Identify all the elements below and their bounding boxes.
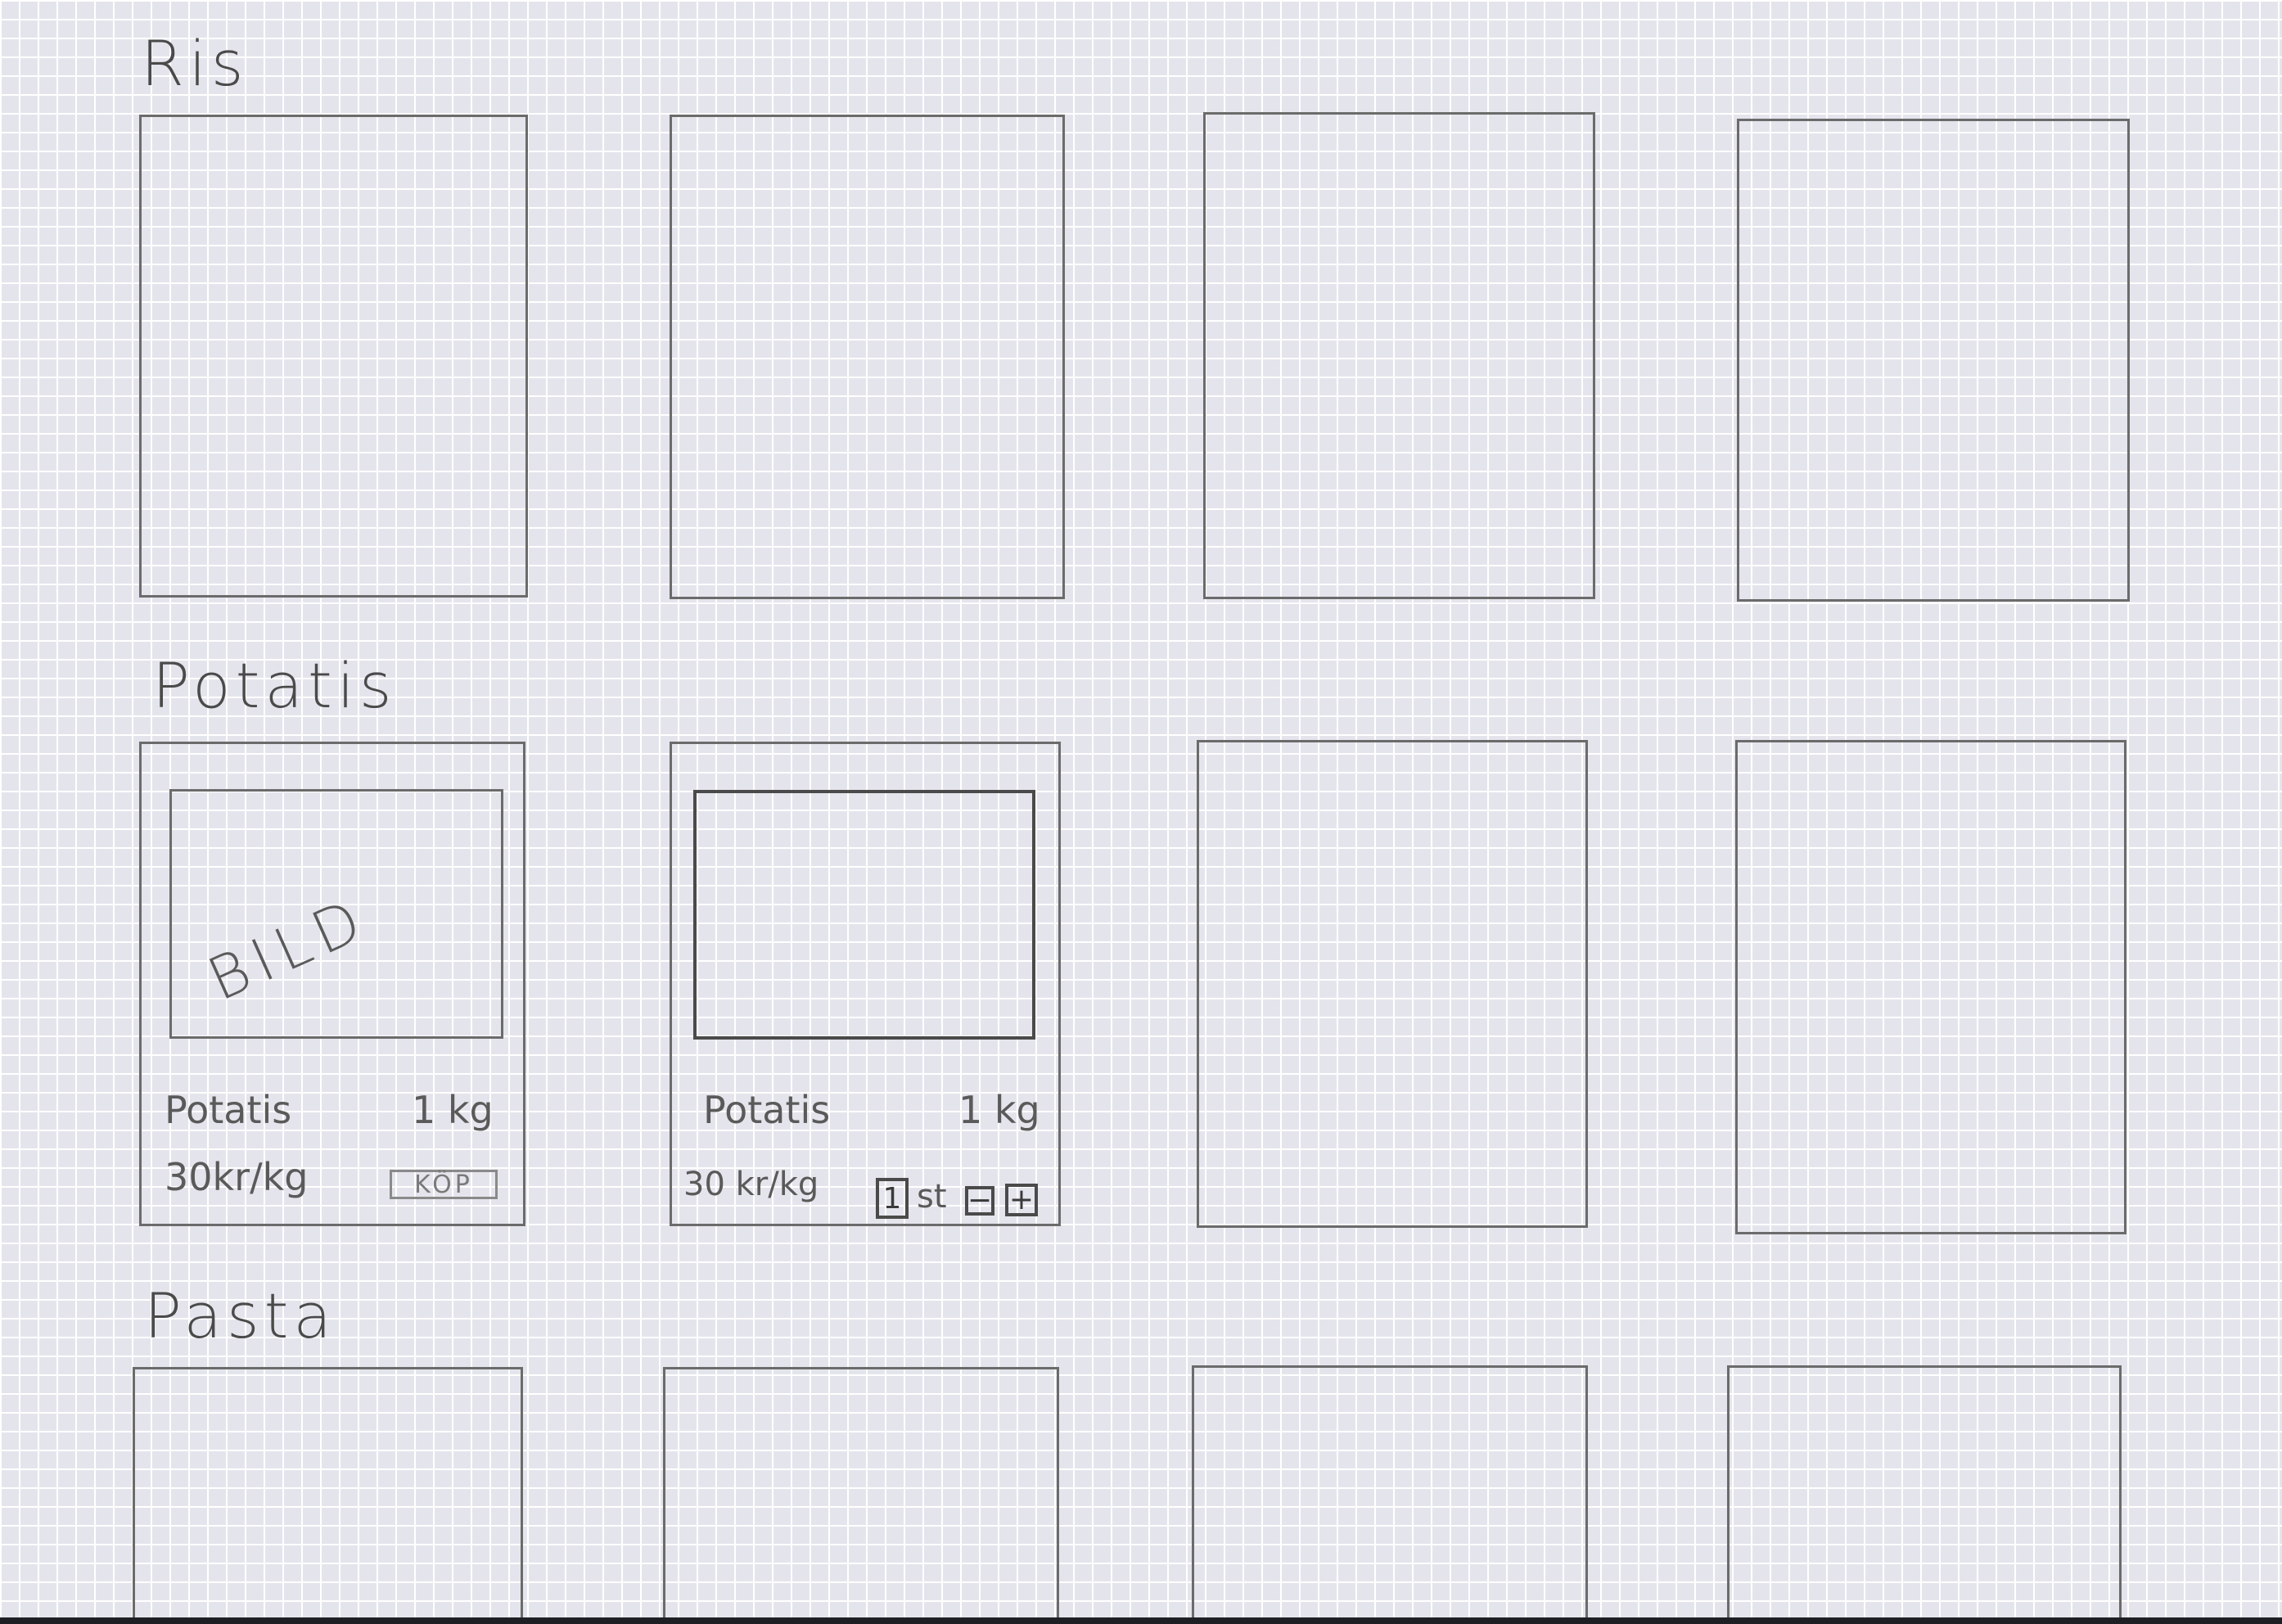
decrement-button[interactable]: − bbox=[965, 1186, 994, 1216]
image-placeholder-label: BILD bbox=[197, 883, 379, 1014]
product-card[interactable] bbox=[1735, 740, 2126, 1234]
section-heading-pasta: Pasta bbox=[144, 1279, 336, 1352]
buy-button[interactable]: KÖP bbox=[390, 1170, 498, 1199]
quantity-unit: st bbox=[917, 1178, 947, 1216]
product-price: 30kr/kg bbox=[165, 1155, 309, 1199]
product-card[interactable] bbox=[1203, 112, 1595, 599]
product-image-placeholder bbox=[693, 790, 1035, 1040]
product-card[interactable] bbox=[139, 115, 528, 598]
product-card[interactable] bbox=[670, 115, 1065, 599]
product-price: 30 kr/kg bbox=[683, 1166, 819, 1203]
section-heading-potatis: Potatis bbox=[152, 649, 397, 722]
increment-button[interactable]: + bbox=[1005, 1184, 1038, 1216]
product-card[interactable] bbox=[1197, 740, 1588, 1228]
product-card[interactable] bbox=[1737, 119, 2130, 602]
product-card[interactable] bbox=[133, 1367, 523, 1624]
section-heading-ris: Ris bbox=[141, 27, 249, 100]
quantity-field[interactable]: 1 bbox=[876, 1178, 909, 1219]
product-size: 1 kg bbox=[412, 1088, 494, 1132]
product-card[interactable] bbox=[663, 1367, 1059, 1624]
product-name: Potatis bbox=[165, 1088, 292, 1132]
product-size: 1 kg bbox=[958, 1088, 1040, 1132]
page-bottom-edge bbox=[0, 1617, 2282, 1624]
product-card[interactable] bbox=[1727, 1365, 2122, 1624]
product-card[interactable]: Potatis 1 kg 30 kr/kg 1 st − + bbox=[670, 742, 1061, 1226]
product-image-placeholder: BILD bbox=[169, 789, 503, 1039]
product-card[interactable] bbox=[1192, 1365, 1588, 1624]
product-card[interactable]: BILD Potatis 1 kg 30kr/kg KÖP bbox=[139, 742, 525, 1226]
product-name: Potatis bbox=[703, 1088, 831, 1132]
